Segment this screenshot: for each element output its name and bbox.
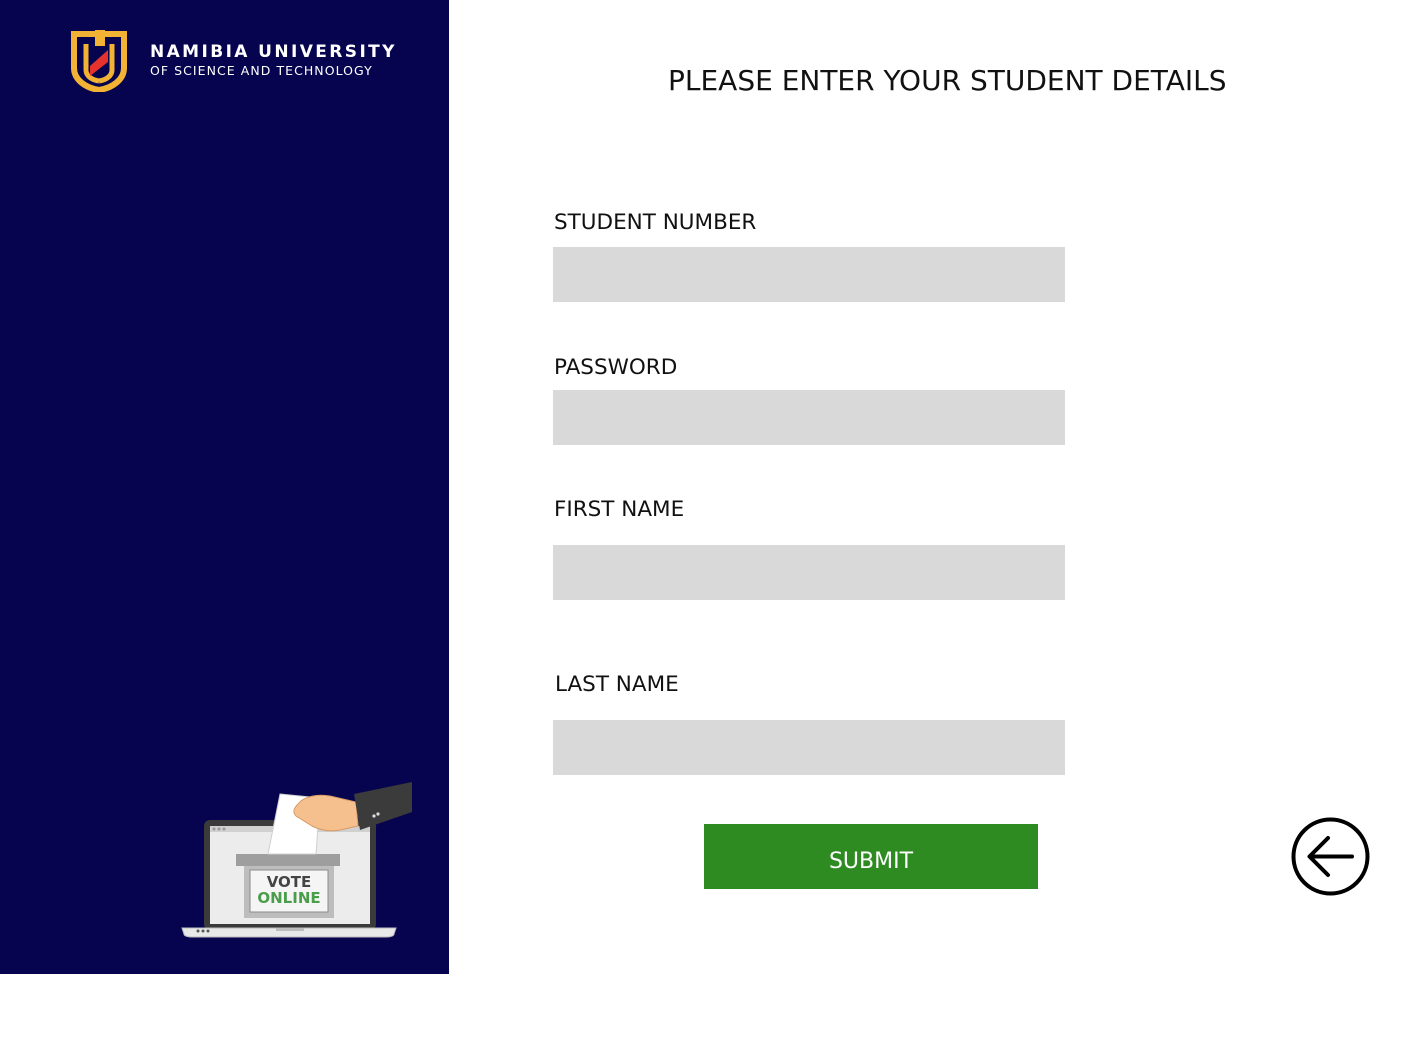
arrow-left-circle-icon [1291, 817, 1370, 896]
nust-logo-icon [71, 30, 127, 92]
first-name-label: FIRST NAME [554, 497, 685, 522]
last-name-input[interactable] [553, 720, 1065, 775]
student-number-input[interactable] [553, 247, 1065, 302]
submit-button[interactable]: SUBMIT [704, 824, 1038, 889]
sidebar: NAMIBIA UNIVERSITY OF SCIENCE AND TECHNO… [0, 0, 449, 974]
vote-online-illustration: VOTE ONLINE [180, 782, 416, 946]
brand-text: NAMIBIA UNIVERSITY OF SCIENCE AND TECHNO… [150, 41, 397, 79]
student-number-label: STUDENT NUMBER [554, 210, 757, 235]
back-button[interactable] [1290, 816, 1371, 897]
page-title: PLEASE ENTER YOUR STUDENT DETAILS [668, 64, 1227, 97]
password-label: PASSWORD [554, 355, 678, 380]
password-input[interactable] [553, 390, 1065, 445]
university-brand: NAMIBIA UNIVERSITY OF SCIENCE AND TECHNO… [70, 28, 397, 92]
brand-subtitle: OF SCIENCE AND TECHNOLOGY [150, 63, 373, 78]
first-name-input[interactable] [553, 545, 1065, 600]
last-name-label: LAST NAME [555, 672, 679, 697]
brand-name: NAMIBIA UNIVERSITY [150, 42, 397, 62]
online-text: ONLINE [257, 889, 320, 907]
